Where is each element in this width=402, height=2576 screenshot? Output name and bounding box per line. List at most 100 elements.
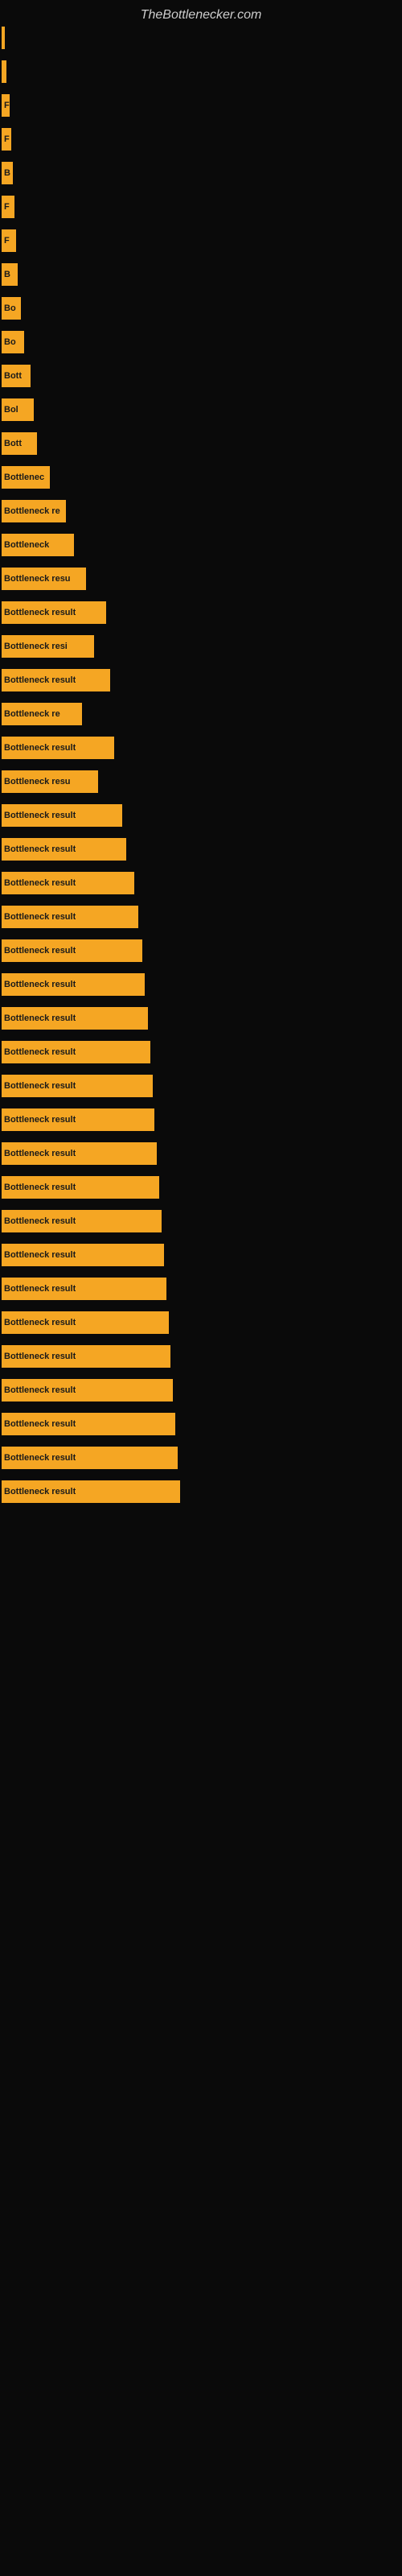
bar: Bottleneck result: [2, 939, 142, 962]
bar: Bottleneck result: [2, 1480, 180, 1503]
bar-row: Bottleneck result: [0, 1176, 402, 1199]
bar-row: Bottleneck: [0, 534, 402, 556]
bar-label: Bottleneck resu: [4, 574, 71, 584]
bar-label: Bottleneck result: [4, 946, 76, 956]
bar-row: Bott: [0, 365, 402, 387]
bar-row: Bottleneck result: [0, 973, 402, 996]
bar: [2, 60, 6, 83]
bar-row: Bottleneck result: [0, 669, 402, 691]
bar: Bo: [2, 331, 24, 353]
bar: Bottleneck result: [2, 1447, 178, 1469]
bar-label: Bottleneck result: [4, 811, 76, 820]
bar-label: Bottleneck resi: [4, 642, 68, 651]
bar-row: Bottleneck result: [0, 1108, 402, 1131]
bar: F: [2, 128, 11, 151]
bar-label: Bottleneck result: [4, 1385, 76, 1395]
bar-row: Bott: [0, 432, 402, 455]
bar-row: Bottleneck result: [0, 1075, 402, 1097]
bar-label: Bottleneck result: [4, 1047, 76, 1057]
bar: F: [2, 229, 16, 252]
bar: Bottleneck result: [2, 1413, 175, 1435]
bar-row: B: [0, 162, 402, 184]
bar-label: Bottleneck result: [4, 1081, 76, 1091]
chart-container: FFBFFBBoBoBottBolBottBottlenecBottleneck…: [0, 27, 402, 1514]
bar-row: Bottlenec: [0, 466, 402, 489]
site-title: TheBottlenecker.com: [0, 0, 402, 27]
bar: Bottleneck re: [2, 703, 82, 725]
bar: Bottleneck result: [2, 1278, 166, 1300]
bar-label: Bott: [4, 439, 22, 448]
bar-label: Bottlenec: [4, 473, 44, 482]
bar-row: Bottleneck result: [0, 737, 402, 759]
bar: F: [2, 196, 14, 218]
bar-row: Bottleneck result: [0, 1311, 402, 1334]
bar-label: Bo: [4, 303, 16, 313]
bar: Bottleneck result: [2, 1311, 169, 1334]
bar: Bottleneck result: [2, 1176, 159, 1199]
bar: Bol: [2, 398, 34, 421]
bar-row: Bottleneck result: [0, 1210, 402, 1232]
bar: Bottleneck result: [2, 669, 110, 691]
bar-label: Bottleneck result: [4, 1487, 76, 1496]
bar-label: Bottleneck result: [4, 1453, 76, 1463]
bar-row: F: [0, 229, 402, 252]
bar: Bottleneck re: [2, 500, 66, 522]
bar-row: Bottleneck re: [0, 703, 402, 725]
bar-row: Bo: [0, 331, 402, 353]
bar-row: Bottleneck resi: [0, 635, 402, 658]
bar: Bo: [2, 297, 21, 320]
bar-label: Bottleneck result: [4, 1318, 76, 1327]
bar-label: B: [4, 270, 10, 279]
bar-label: Bottleneck result: [4, 1216, 76, 1226]
bar-label: Bottleneck result: [4, 878, 76, 888]
bar-row: Bottleneck result: [0, 1345, 402, 1368]
bar-label: Bo: [4, 337, 16, 347]
bar: B: [2, 263, 18, 286]
bar: Bottleneck result: [2, 973, 145, 996]
bar-row: Bottleneck result: [0, 1278, 402, 1300]
bar-label: Bottleneck result: [4, 608, 76, 617]
bar-label: F: [4, 134, 10, 144]
bar-label: Bottleneck result: [4, 1419, 76, 1429]
bar: Bottleneck resu: [2, 770, 98, 793]
bar-row: F: [0, 196, 402, 218]
bar-row: Bottleneck result: [0, 939, 402, 962]
bar: Bottleneck result: [2, 1007, 148, 1030]
bar-label: Bottleneck result: [4, 844, 76, 854]
bar-label: Bottleneck result: [4, 675, 76, 685]
bar: B: [2, 162, 13, 184]
bar-label: Bott: [4, 371, 22, 381]
bar-label: Bottleneck result: [4, 1183, 76, 1192]
bar: [2, 27, 5, 49]
bar: Bottleneck result: [2, 1345, 170, 1368]
bar-label: Bottleneck re: [4, 506, 60, 516]
bar: Bottleneck result: [2, 1142, 157, 1165]
bar: Bottleneck result: [2, 1108, 154, 1131]
bar-label: Bottleneck result: [4, 1352, 76, 1361]
bar-label: Bottleneck: [4, 540, 49, 550]
bar-row: Bottleneck result: [0, 601, 402, 624]
bar: Bottleneck result: [2, 1244, 164, 1266]
bar-label: Bottleneck result: [4, 1149, 76, 1158]
bar: Bottleneck result: [2, 906, 138, 928]
bar-row: Bottleneck resu: [0, 568, 402, 590]
bar-row: Bottleneck result: [0, 1007, 402, 1030]
bar: Bottleneck result: [2, 737, 114, 759]
bar-label: F: [4, 236, 10, 246]
bar-label: Bottleneck re: [4, 709, 60, 719]
bar-row: F: [0, 128, 402, 151]
bar-label: Bottleneck result: [4, 980, 76, 989]
bar: Bottleneck resi: [2, 635, 94, 658]
bar-label: F: [4, 202, 10, 212]
bar-label: Bottleneck result: [4, 1115, 76, 1125]
bar: Bottleneck result: [2, 838, 126, 861]
bar-label: Bottleneck result: [4, 743, 76, 753]
bar: Bottleneck result: [2, 1379, 173, 1402]
bar-row: [0, 27, 402, 49]
bar-row: Bottleneck result: [0, 804, 402, 827]
site-header: TheBottlenecker.com: [0, 0, 402, 27]
bar-label: Bol: [4, 405, 18, 415]
bar: Bottleneck result: [2, 1075, 153, 1097]
bar-label: Bottleneck result: [4, 1250, 76, 1260]
bar-label: B: [4, 168, 10, 178]
